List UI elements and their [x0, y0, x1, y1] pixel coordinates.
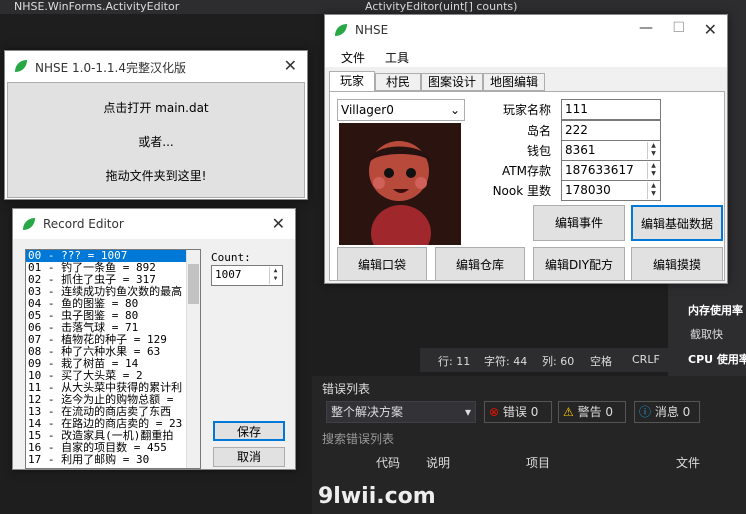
chevron-down-icon: ⌄ [449, 103, 460, 117]
errors-filter[interactable]: ⊗ 错误 0 [484, 401, 552, 423]
vs-title-left: NHSE.WinForms.ActivityEditor [14, 0, 180, 13]
atm-label: ATM存款 [502, 164, 551, 178]
vs-title-bar: NHSE.WinForms.ActivityEditor ActivityEdi… [0, 0, 746, 14]
villager-select[interactable]: Villager0 ⌄ [337, 99, 465, 121]
or-text: 或者... [138, 135, 174, 149]
spinner-icon[interactable]: ▲ ▼ [647, 142, 659, 159]
warnings-filter[interactable]: ⚠ 警告 0 [558, 401, 626, 423]
status-col: 列: 60 [542, 355, 575, 368]
chevron-down-icon: ▾ [464, 405, 471, 419]
messages-filter[interactable]: ⓘ 消息 0 [634, 401, 700, 423]
list-item[interactable]: 17 - 利用了邮购 = 30 [26, 454, 200, 466]
nhse-editor-title: NHSE [355, 23, 389, 37]
warnings-count: 警告 0 [577, 405, 614, 419]
record-editor-titlebar: Record Editor ✕ [13, 209, 295, 239]
nhse-main-window: NHSE 1.0-1.1.4完整汉化版 ✕ 点击打开 main.dat 或者..… [4, 50, 308, 200]
nhse-editor-titlebar: NHSE — ☐ ✕ [325, 15, 727, 45]
errors-count: 错误 0 [502, 405, 539, 419]
memory-usage-label: 内存使用率 [688, 304, 743, 317]
leaf-icon [335, 24, 347, 36]
player-portrait [339, 123, 461, 245]
warning-icon: ⚠ [563, 405, 574, 419]
island-name-field[interactable]: 222 [561, 120, 661, 141]
maximize-icon: ☐ [672, 20, 685, 36]
status-space: 空格 [590, 355, 612, 368]
atm-value: 187633617 [565, 163, 634, 177]
nook-miles-field[interactable]: 178030 ▲ ▼ [561, 180, 661, 201]
record-editor-title: Record Editor [43, 217, 124, 231]
info-icon: ⓘ [639, 405, 652, 419]
scrollbar[interactable] [186, 250, 200, 468]
status-row: 行: 11 [438, 355, 471, 368]
scope-select-value: 整个解决方案 [331, 405, 404, 419]
nook-miles-label: Nook 里数 [492, 184, 551, 198]
spinner-icon[interactable]: ▲ ▼ [647, 162, 659, 179]
scrollbar-thumb[interactable] [188, 264, 199, 304]
tab-villager[interactable]: 村民 [375, 73, 421, 91]
record-editor-window: Record Editor ✕ 00 - ??? = 1007 01 - 钓了一条… [12, 208, 296, 470]
status-crlf: CRLF [632, 353, 660, 366]
column-file[interactable]: 文件 [676, 454, 700, 471]
nhse-main-titlebar: NHSE 1.0-1.1.4完整汉化版 ✕ [5, 51, 307, 81]
menu-tools[interactable]: 工具 [385, 49, 409, 66]
nhse-main-title: NHSE 1.0-1.1.4完整汉化版 [35, 61, 186, 75]
search-error-list[interactable]: 搜索错误列表 [322, 430, 394, 447]
nhse-editor-window: NHSE — ☐ ✕ 文件 工具 玩家 村民 图案设计 地图编辑 Village… [324, 14, 728, 284]
villager-select-value: Villager0 [341, 103, 394, 117]
column-code[interactable]: 代码 [376, 454, 400, 471]
tab-map-edit[interactable]: 地图编辑 [483, 73, 545, 91]
save-button[interactable]: 保存 [213, 421, 285, 441]
record-list[interactable]: 00 - ??? = 1007 01 - 钓了一条鱼 = 892 02 - 抓住了虫… [25, 249, 201, 469]
menu-file[interactable]: 文件 [341, 49, 365, 66]
island-name-label: 岛名 [526, 124, 551, 138]
count-value: 1007 [215, 268, 242, 281]
status-char: 字符: 44 [484, 355, 528, 368]
edit-diy-button[interactable]: 编辑DIY配方 [533, 247, 625, 281]
edit-pocket-button[interactable]: 编辑口袋 [337, 247, 427, 281]
atm-field[interactable]: 187633617 ▲ ▼ [561, 160, 661, 181]
nook-miles-value: 178030 [565, 183, 611, 197]
cancel-button[interactable]: 取消 [213, 447, 285, 467]
close-icon[interactable]: ✕ [284, 56, 297, 75]
open-main-dat-text: 点击打开 main.dat [103, 101, 209, 115]
snapshot-label[interactable]: 截取快 [690, 326, 723, 342]
open-file-drop-area[interactable]: 点击打开 main.dat 或者... 拖动文件夹到这里! [7, 82, 305, 198]
messages-count: 消息 0 [654, 405, 691, 419]
wallet-value: 8361 [565, 143, 596, 157]
watermark: 9lwii.com [318, 484, 436, 509]
error-list-title: 错误列表 [322, 382, 371, 396]
wallet-label: 钱包 [526, 144, 551, 158]
spinner-icon[interactable]: ▲ ▼ [269, 267, 281, 284]
drag-folder-text: 拖动文件夹到这里! [105, 169, 207, 183]
minimize-icon[interactable]: — [639, 20, 653, 36]
vs-title-right: ActivityEditor(uint[] counts) [365, 0, 518, 13]
wallet-field[interactable]: 8361 ▲ ▼ [561, 140, 661, 161]
close-icon[interactable]: ✕ [272, 214, 285, 233]
edit-storage-button[interactable]: 编辑仓库 [435, 247, 525, 281]
column-project[interactable]: 项目 [526, 454, 550, 471]
count-field[interactable]: 1007 ▲ ▼ [211, 265, 283, 286]
menu-bar: 文件 工具 [325, 45, 727, 67]
leaf-icon [23, 218, 35, 230]
cpu-usage-label: CPU 使用率 [688, 353, 746, 366]
error-icon: ⊗ [489, 405, 500, 419]
close-icon[interactable]: ✕ [704, 20, 717, 39]
spinner-icon[interactable]: ▲ ▼ [647, 182, 659, 199]
vs-status-bar: 行: 11 字符: 44 列: 60 空格 CRLF [420, 348, 680, 372]
edit-pattern-button[interactable]: 编辑摸摸 [631, 247, 723, 281]
tab-player[interactable]: 玩家 [329, 71, 375, 91]
tab-pattern-design[interactable]: 图案设计 [421, 73, 483, 91]
edit-basic-data-button[interactable]: 编辑基础数据 [631, 205, 723, 241]
scope-select[interactable]: 整个解决方案 ▾ [326, 401, 476, 423]
leaf-icon [15, 60, 27, 72]
column-description[interactable]: 说明 [426, 454, 450, 471]
edit-event-button[interactable]: 编辑事件 [533, 205, 625, 241]
player-name-label: 玩家名称 [502, 103, 551, 117]
player-name-field[interactable]: 111 [561, 99, 661, 120]
record-items: 00 - ??? = 1007 01 - 钓了一条鱼 = 892 02 - 抓住了虫… [26, 250, 200, 466]
count-label: Count: [211, 251, 251, 264]
